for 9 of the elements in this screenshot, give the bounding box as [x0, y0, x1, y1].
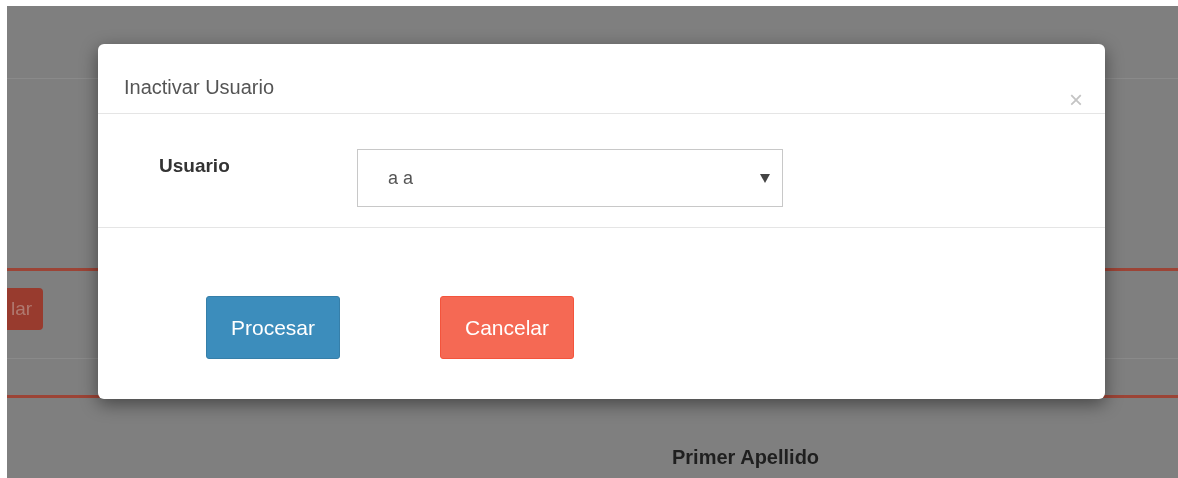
column-header: Primer Apellido [672, 446, 821, 469]
background-button[interactable]: lar [7, 287, 44, 330]
user-select[interactable]: a a [357, 149, 783, 207]
caret-icon [760, 173, 770, 183]
modal-title: Inactivar Usuario [124, 76, 275, 99]
cancel-button[interactable]: Cancelar [440, 296, 574, 359]
process-button[interactable]: Procesar [206, 296, 340, 359]
field-label: Usuario [158, 155, 231, 177]
close-button[interactable]: × [1069, 88, 1083, 112]
